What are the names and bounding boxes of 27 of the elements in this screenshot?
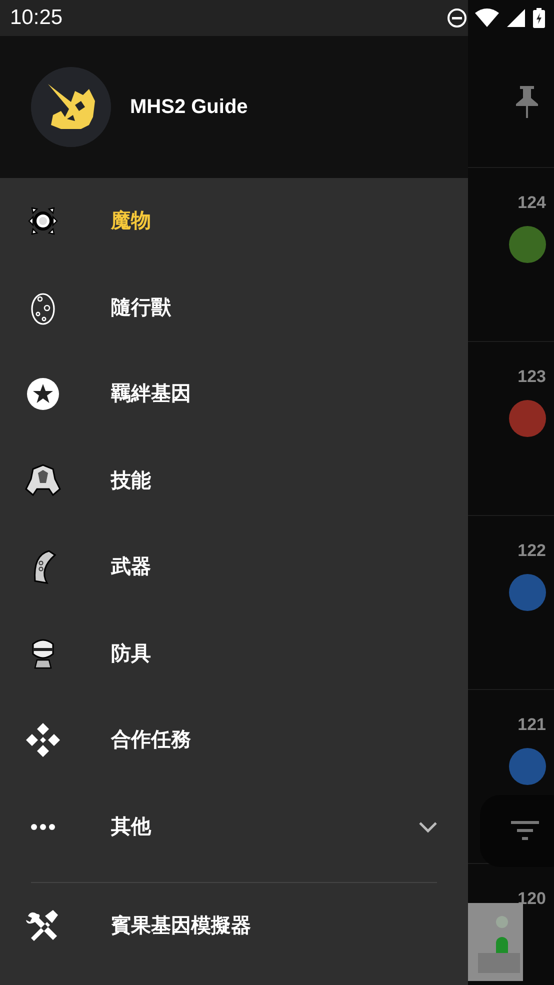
drawer-menu-item[interactable]: 羈絆基因 [0,351,468,438]
signal-icon [507,9,525,27]
wifi-icon [475,8,499,28]
diamond-pattern-icon [25,722,61,758]
skill-emblem-icon [25,462,61,499]
pin-icon [516,86,538,118]
drawer-menu-item[interactable]: 合作任務 [0,697,468,784]
entry-number: 122 [518,540,546,562]
drawer-menu-item[interactable]: 技能 [0,438,468,524]
drawer-menu-item[interactable]: 防具 [0,610,468,697]
drawer-menu-item[interactable]: 武器 [0,524,468,610]
app-title: MHS2 Guide [130,95,248,120]
entry-number: 120 [518,888,546,910]
drawer-menu-item[interactable]: 賓果基因模擬器 [0,883,468,970]
star-badge-icon [25,376,61,412]
more-dots-icon [30,822,56,831]
entry-number: 124 [518,192,546,214]
battery-icon [533,8,545,28]
drawer-menu-item[interactable]: 魔物 [0,178,468,264]
filter-icon [511,821,539,841]
drawer-menu-item[interactable]: 其他 [0,784,468,870]
entry-number: 123 [518,366,546,388]
do-not-disturb-icon [447,8,467,28]
status-time: 10:25 [10,5,63,32]
drawer-menu-item[interactable]: 隨行獸 [0,264,468,351]
filter-button[interactable] [480,795,554,867]
entry-number: 121 [518,714,546,736]
